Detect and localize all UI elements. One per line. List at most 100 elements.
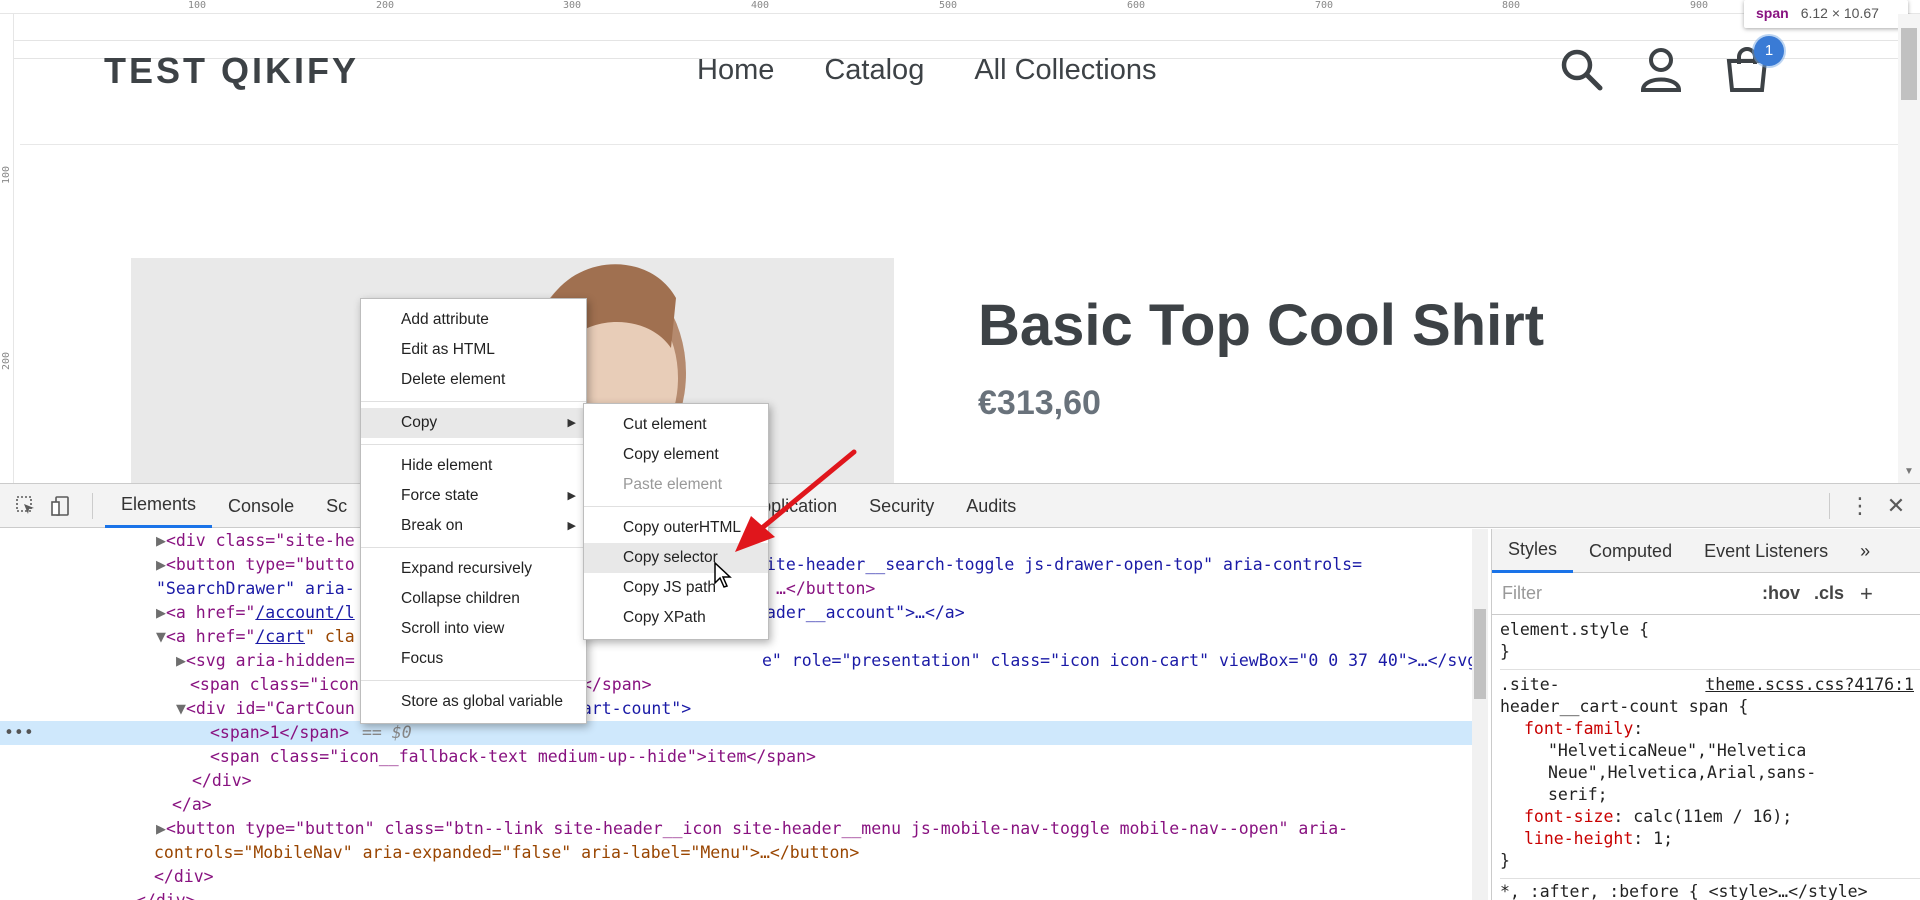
rule-close: } bbox=[1500, 642, 1510, 661]
elements-scrollbar[interactable] bbox=[1472, 529, 1488, 900]
ruler-left-label: 200 bbox=[1, 351, 12, 370]
menu-force-state[interactable]: Force state ▶ bbox=[361, 481, 586, 511]
nav-catalog[interactable]: Catalog bbox=[824, 54, 924, 87]
dom-node[interactable]: ▶<button type="button" class="btn--link … bbox=[156, 817, 1472, 841]
dom-node[interactable]: </a> bbox=[172, 793, 212, 817]
dom-node[interactable]: ▼<a href="/cart" cla bbox=[156, 625, 1456, 649]
rule-close: } bbox=[1500, 851, 1510, 870]
menu-separator bbox=[361, 401, 586, 402]
product-title: Basic Top Cool Shirt bbox=[978, 293, 1545, 358]
more-options-icon[interactable]: ⋮ bbox=[1842, 484, 1878, 528]
menu-focus[interactable]: Focus bbox=[361, 644, 586, 674]
menu-separator bbox=[584, 506, 768, 507]
menu-delete-element[interactable]: Delete element bbox=[361, 365, 586, 395]
menu-copy[interactable]: Copy ▶ bbox=[361, 408, 586, 438]
tab-console[interactable]: Console bbox=[212, 484, 310, 528]
styles-filter-input[interactable]: Filter bbox=[1502, 583, 1742, 604]
rule-selector-cont[interactable]: header__cart-count span { bbox=[1500, 696, 1920, 718]
rule-source-link[interactable]: theme.scss.css?4176:1 bbox=[1705, 674, 1914, 696]
product-price: €313,60 bbox=[978, 384, 1101, 422]
menu-copy-outerhtml[interactable]: Copy outerHTML bbox=[584, 513, 768, 543]
menu-expand-recursively[interactable]: Expand recursively bbox=[361, 554, 586, 584]
tab-security[interactable]: Security bbox=[853, 484, 950, 528]
menu-copy-element[interactable]: Copy element bbox=[584, 440, 768, 470]
tab-styles[interactable]: Styles bbox=[1492, 529, 1574, 573]
submenu-arrow-icon: ▶ bbox=[567, 490, 576, 502]
universal-rule[interactable]: *, :after, :before { <style>…</style> bbox=[1500, 878, 1920, 900]
rule-selector[interactable]: .site- bbox=[1500, 675, 1560, 694]
tooltip-size: 6.12 × 10.67 bbox=[1800, 5, 1879, 21]
dom-node[interactable]: ▶<div class="site-he bbox=[156, 529, 1456, 553]
menu-collapse-children[interactable]: Collapse children bbox=[361, 584, 586, 614]
dom-node[interactable]: "SearchDrawer" aria- …</button> bbox=[156, 577, 1456, 601]
rule-header: .site- theme.scss.css?4176:1 bbox=[1500, 669, 1920, 696]
menu-cut-element[interactable]: Cut element bbox=[584, 410, 768, 440]
elements-scrollbar-thumb[interactable] bbox=[1474, 609, 1486, 699]
inspect-element-icon[interactable] bbox=[8, 484, 44, 528]
styles-rules: element.style { } .site- theme.scss.css?… bbox=[1492, 619, 1920, 900]
header-divider bbox=[20, 144, 1900, 145]
css-value[interactable]: "HelveticaNeue","Helvetica bbox=[1500, 740, 1920, 762]
tab-audits[interactable]: Audits bbox=[950, 484, 1032, 528]
cart-count-badge: 1 bbox=[1754, 36, 1784, 66]
more-tabs-icon[interactable]: » bbox=[1844, 529, 1886, 573]
css-property[interactable]: line-height: 1; bbox=[1500, 828, 1920, 850]
hov-toggle[interactable]: :hov bbox=[1762, 583, 1800, 604]
menu-break-on[interactable]: Break on ▶ bbox=[361, 511, 586, 541]
css-value[interactable]: serif; bbox=[1500, 784, 1920, 806]
menu-add-attribute[interactable]: Add attribute bbox=[361, 305, 586, 335]
tab-sources[interactable]: Sc bbox=[310, 484, 363, 528]
tab-event-listeners[interactable]: Event Listeners bbox=[1688, 529, 1844, 573]
page-scrollbar-thumb[interactable] bbox=[1901, 28, 1917, 100]
dom-node[interactable]: <span class="icon__fallback-text medium-… bbox=[210, 745, 1470, 769]
ruler-top-label: 100 bbox=[188, 0, 207, 11]
dom-node[interactable]: </div> bbox=[192, 769, 252, 793]
scroll-down-icon[interactable]: ▼ bbox=[1904, 466, 1914, 477]
menu-hide-element[interactable]: Hide element bbox=[361, 451, 586, 481]
inspect-tooltip: span 6.12 × 10.67 bbox=[1744, 0, 1908, 28]
menu-separator bbox=[361, 444, 586, 445]
copy-submenu: Cut element Copy element Paste element C… bbox=[583, 403, 769, 640]
dom-node[interactable]: ▶<button type="butto ite-header__search-t… bbox=[156, 553, 1456, 577]
menu-copy-xpath[interactable]: Copy XPath bbox=[584, 603, 768, 633]
menu-copy-js-path[interactable]: Copy JS path bbox=[584, 573, 768, 603]
ruler-top-label: 700 bbox=[1315, 0, 1334, 11]
toolbar-separator bbox=[1829, 493, 1830, 519]
tab-elements[interactable]: Elements bbox=[105, 484, 213, 528]
dom-node[interactable]: </div> bbox=[136, 889, 196, 900]
css-property[interactable]: font-family: bbox=[1500, 718, 1920, 740]
element-style-rule[interactable]: element.style { bbox=[1500, 619, 1920, 641]
account-icon[interactable] bbox=[1638, 46, 1684, 92]
css-value[interactable]: Neue",Helvetica,Arial,sans- bbox=[1500, 762, 1920, 784]
ruler-left: 100 200 bbox=[0, 14, 14, 483]
menu-paste-element: Paste element bbox=[623, 476, 723, 493]
css-property[interactable]: font-size: calc(11em / 16); bbox=[1500, 806, 1920, 828]
search-icon[interactable] bbox=[1558, 46, 1604, 92]
devtools-toolbar: Elements Console Sc Application Security… bbox=[0, 484, 1920, 528]
ruler-top-label: 300 bbox=[563, 0, 582, 11]
ruler-top-label: 600 bbox=[1127, 0, 1146, 11]
menu-store-as-global-variable[interactable]: Store as global variable bbox=[361, 687, 586, 717]
ruler-top-label: 900 bbox=[1690, 0, 1709, 11]
menu-copy-selector[interactable]: Copy selector bbox=[584, 543, 768, 573]
device-toggle-icon[interactable] bbox=[44, 484, 80, 528]
toolbar-separator bbox=[92, 492, 93, 519]
close-devtools-icon[interactable]: ✕ bbox=[1878, 484, 1914, 528]
ruler-top-label: 200 bbox=[376, 0, 395, 11]
devtools-panel: Elements Console Sc Application Security… bbox=[0, 483, 1920, 900]
page-viewport: 100 200 300 400 500 600 700 800 900 100 … bbox=[0, 0, 1920, 483]
ruler-top-label: 400 bbox=[751, 0, 770, 11]
cls-toggle[interactable]: .cls bbox=[1814, 583, 1844, 604]
add-rule-icon[interactable]: + bbox=[1860, 581, 1873, 607]
dom-node[interactable]: ▶<a href="/account/l ader__account">…</a> bbox=[156, 601, 1456, 625]
nav-home[interactable]: Home bbox=[697, 54, 774, 87]
menu-scroll-into-view[interactable]: Scroll into view bbox=[361, 614, 586, 644]
nav-all-collections[interactable]: All Collections bbox=[974, 54, 1156, 87]
main-nav: Home Catalog All Collections bbox=[697, 54, 1156, 87]
dom-node-selected[interactable]: ••• <span>1</span> == $0 bbox=[0, 721, 1472, 745]
tab-computed[interactable]: Computed bbox=[1573, 529, 1688, 573]
store-logo[interactable]: TEST QIKIFY bbox=[104, 50, 359, 92]
dom-node[interactable]: </div> bbox=[154, 865, 214, 889]
dom-node[interactable]: controls="MobileNav" aria-expanded="fals… bbox=[154, 841, 1454, 865]
menu-edit-as-html[interactable]: Edit as HTML bbox=[361, 335, 586, 365]
